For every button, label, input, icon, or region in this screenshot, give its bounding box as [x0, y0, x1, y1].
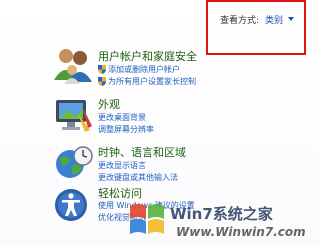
- link-change-desktop-background[interactable]: 更改桌面背景: [98, 112, 146, 123]
- category-title-user-accounts[interactable]: 用户帐户和家庭安全: [98, 48, 197, 64]
- ease-of-access-icon[interactable]: [52, 186, 94, 224]
- category-title-ease-of-access[interactable]: 轻松访问: [98, 185, 142, 201]
- users-icon[interactable]: [52, 46, 94, 84]
- view-by-label: 查看方式:: [220, 16, 260, 26]
- shield-icon: [98, 65, 106, 74]
- view-by-dropdown[interactable]: 类别: [265, 13, 283, 26]
- watermark-brand: Win7系统之家: [170, 205, 273, 223]
- chevron-down-icon[interactable]: [288, 17, 294, 21]
- link-change-display-language[interactable]: 更改显示语言: [98, 160, 146, 171]
- category-title-appearance[interactable]: 外观: [98, 96, 120, 112]
- link-add-remove-user-accounts[interactable]: 添加或删除用户帐户: [108, 64, 180, 75]
- category-title-clock-language-region[interactable]: 时钟、语言和区域: [98, 144, 186, 160]
- link-change-input-methods[interactable]: 更改键盘或其他输入法: [98, 172, 178, 183]
- link-adjust-screen-resolution[interactable]: 调整屏幕分辨率: [98, 124, 154, 135]
- view-by-highlight-box: [206, 0, 306, 55]
- link-parental-controls[interactable]: 为所有用户设置家长控制: [108, 76, 196, 87]
- windows-logo-watermark: [130, 204, 164, 234]
- control-panel-window: 查看方式: 类别 用户帐户和家庭安全 添加或删除用户帐户 为所有用户设置家长控制: [0, 0, 319, 246]
- clock-globe-icon[interactable]: [52, 144, 94, 182]
- watermark-url: Www.Winwin7.com: [176, 225, 306, 239]
- appearance-icon[interactable]: [52, 96, 94, 134]
- shield-icon: [98, 77, 106, 86]
